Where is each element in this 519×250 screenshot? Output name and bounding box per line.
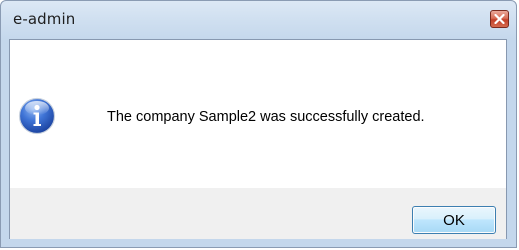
- close-button[interactable]: [490, 10, 509, 28]
- close-icon: [494, 14, 505, 24]
- window-title: e-admin: [13, 10, 76, 28]
- dialog-client-area: The company Sample2 was successfully cre…: [9, 39, 507, 239]
- information-icon: [18, 97, 56, 135]
- dialog-message: The company Sample2 was successfully cre…: [107, 109, 425, 125]
- message-area: The company Sample2 was successfully cre…: [10, 40, 506, 188]
- button-bar: OK: [10, 188, 506, 239]
- title-bar[interactable]: e-admin: [1, 1, 516, 37]
- dialog-window: e-admin The company Sample2 was successf…: [0, 0, 517, 248]
- ok-button[interactable]: OK: [412, 206, 496, 234]
